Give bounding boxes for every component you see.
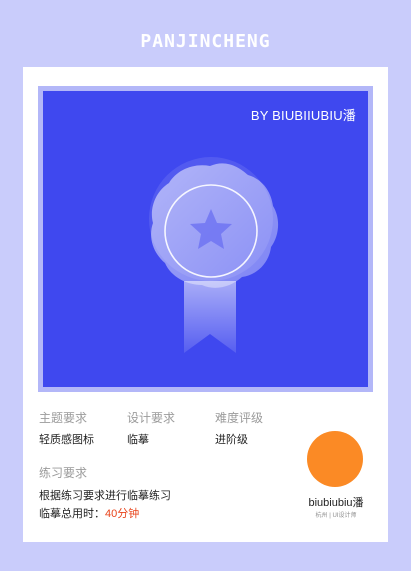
medal-star-icon bbox=[149, 157, 279, 353]
avatar bbox=[307, 431, 363, 487]
practice-time-value: 40分钟 bbox=[105, 508, 140, 520]
difficulty-label: 难度评级 bbox=[215, 411, 264, 425]
author-name: biubiubiu潘 bbox=[308, 497, 364, 509]
author-subtitle: 杭州 | UI设计师 bbox=[315, 513, 357, 519]
practice-line: 根据练习要求进行临摹练习 bbox=[39, 490, 171, 502]
hero-panel: BY BIUBIIUBIU潘 bbox=[43, 91, 368, 387]
difficulty-value: 进阶级 bbox=[215, 434, 248, 446]
practice-label: 练习要求 bbox=[39, 466, 88, 480]
brand-title: PANJINCHENG bbox=[140, 31, 271, 52]
theme-label: 主题要求 bbox=[39, 411, 88, 425]
hero-frame: BY BIUBIIUBIU潘 bbox=[38, 86, 373, 392]
practice-time-row: 临摹总用时：40分钟 bbox=[39, 505, 139, 521]
practice-time-label: 临摹总用时： bbox=[39, 508, 105, 520]
ribbon-shape bbox=[184, 281, 236, 353]
theme-value: 轻质感图标 bbox=[39, 434, 94, 446]
design-label: 设计要求 bbox=[127, 411, 176, 425]
content-card: BY BIUBIIUBIU潘 主题要求 轻质感图标 设计要求 临摹 难度评级 进… bbox=[23, 67, 388, 542]
design-value: 临摹 bbox=[127, 434, 149, 446]
